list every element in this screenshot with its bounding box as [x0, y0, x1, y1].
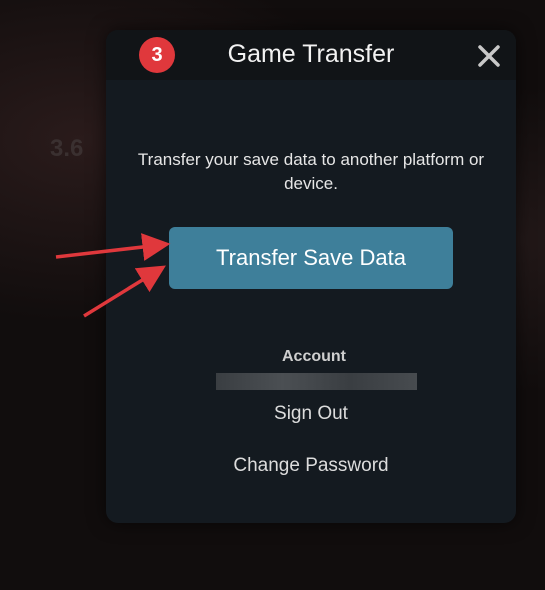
- sign-out-link[interactable]: Sign Out: [106, 403, 516, 425]
- modal-title: Game Transfer: [227, 40, 395, 68]
- account-value-redacted: [216, 373, 417, 390]
- close-button[interactable]: [475, 42, 503, 70]
- change-password-link[interactable]: Change Password: [106, 455, 516, 477]
- transfer-save-data-button[interactable]: Transfer Save Data: [169, 227, 453, 289]
- game-transfer-modal: 3 Game Transfer Transfer your save data …: [106, 30, 516, 523]
- close-icon: [478, 45, 500, 67]
- background-stat-text: 3.6: [50, 135, 84, 162]
- transfer-description: Transfer your save data to another platf…: [137, 150, 485, 193]
- modal-header: 3 Game Transfer: [106, 30, 516, 80]
- account-label: Account: [282, 348, 346, 365]
